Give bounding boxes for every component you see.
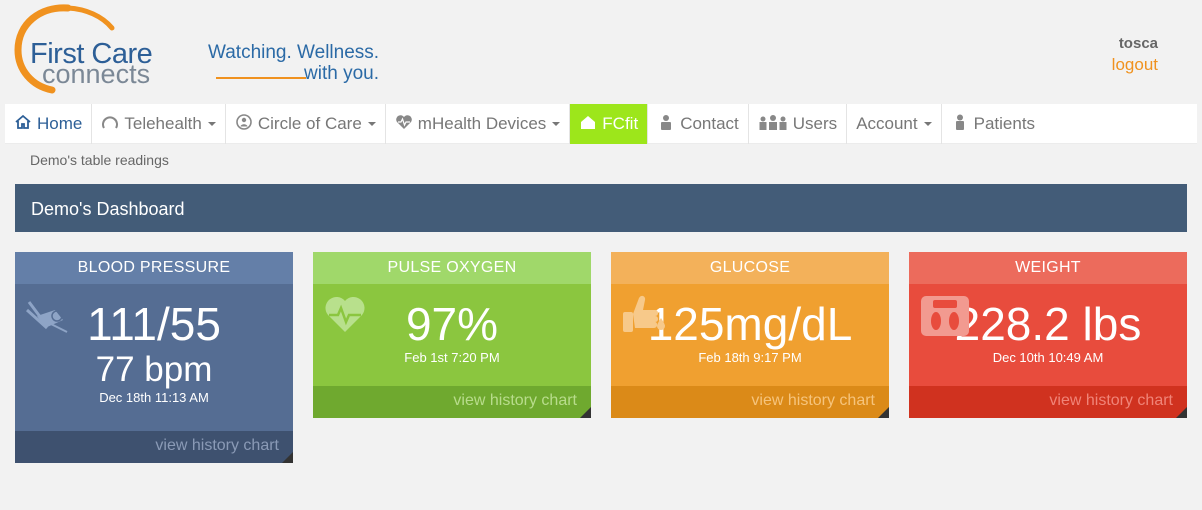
card-body: 228.2 lbs Dec 10th 10:49 AM — [909, 284, 1187, 386]
corner-fold — [1176, 407, 1187, 418]
corner-fold — [878, 407, 889, 418]
nav-home[interactable]: Home — [5, 104, 93, 144]
card-body: 125mg/dL Feb 18th 9:17 PM — [611, 284, 889, 386]
nav-patients-label: Patients — [973, 114, 1036, 133]
card-title: WEIGHT — [909, 252, 1187, 284]
corner-fold — [282, 452, 293, 463]
tagline-line-2: with you. — [304, 63, 379, 84]
nav-account[interactable]: Account — [847, 104, 942, 144]
nav-account-label: Account — [856, 114, 918, 133]
card-title: PULSE OXYGEN — [313, 252, 591, 284]
card-title: GLUCOSE — [611, 252, 889, 284]
nav-mhealth-devices-label: mHealth Devices — [417, 114, 547, 133]
view-history-label: view history chart — [751, 392, 875, 409]
user-menu: tosca logout — [1112, 35, 1158, 75]
nav-contact-label: Contact — [680, 114, 739, 133]
patient-icon — [951, 114, 969, 135]
pulse-oxygen-card: PULSE OXYGEN 97% Feb 1st 7:20 PM view hi… — [313, 252, 591, 418]
main-nav: Home Telehealth Circle of Care mHealth D… — [5, 104, 1197, 144]
card-title: BLOOD PRESSURE — [15, 252, 293, 284]
house-icon — [579, 114, 597, 135]
logo-text-secondary: connects — [42, 59, 151, 89]
corner-fold — [580, 407, 591, 418]
breadcrumb: Demo's table readings — [30, 152, 169, 168]
tagline-underline — [216, 77, 306, 79]
nav-fcfit[interactable]: FCfit — [570, 104, 649, 144]
card-body: 97% Feb 1st 7:20 PM — [313, 284, 591, 386]
logo[interactable]: First Care connects — [10, 2, 180, 94]
home-icon — [14, 114, 32, 135]
nav-contact[interactable]: Contact — [648, 104, 749, 144]
circle-person-icon — [235, 113, 253, 135]
users-group-icon — [758, 114, 788, 135]
view-history-link[interactable]: view history chart — [611, 386, 889, 418]
nav-users-label: Users — [792, 114, 838, 133]
chevron-down-icon — [923, 122, 932, 126]
header: First Care connects Watching. Wellness. … — [0, 0, 1202, 100]
scale-icon — [919, 294, 971, 343]
blood-pressure-card: BLOOD PRESSURE 111/55 77 bpm Dec 18th 11… — [15, 252, 293, 463]
view-history-label: view history chart — [453, 392, 577, 409]
nav-users[interactable]: Users — [749, 104, 848, 144]
glucose-card: GLUCOSE 125mg/dL Feb 18th 9:17 PM view h… — [611, 252, 889, 418]
heart-pulse-icon — [323, 294, 367, 339]
bp-cuff-icon — [25, 294, 71, 341]
chevron-down-icon — [552, 122, 561, 126]
view-history-label: view history chart — [1049, 392, 1173, 409]
nav-telehealth-label: Telehealth — [124, 114, 202, 133]
reading-date: Feb 18th 9:17 PM — [698, 350, 802, 365]
view-history-link[interactable]: view history chart — [313, 386, 591, 418]
nav-telehealth[interactable]: Telehealth — [92, 104, 226, 144]
nav-mhealth-devices[interactable]: mHealth Devices — [386, 104, 571, 144]
view-history-link[interactable]: view history chart — [909, 386, 1187, 418]
logout-link[interactable]: logout — [1112, 55, 1158, 75]
tagline-line-1: Watching. Wellness. — [208, 42, 380, 63]
chevron-down-icon — [207, 122, 216, 126]
telehealth-icon — [101, 114, 119, 135]
reading-date: Dec 18th 11:13 AM — [99, 390, 209, 405]
nav-circle-of-care[interactable]: Circle of Care — [226, 104, 386, 144]
reading-date: Feb 1st 7:20 PM — [404, 350, 500, 365]
view-history-label: view history chart — [155, 437, 279, 454]
reading-date: Dec 10th 10:49 AM — [992, 350, 1104, 365]
heart-rate-value: 77 bpm — [95, 350, 213, 389]
finger-drop-icon — [621, 294, 665, 339]
nav-home-label: Home — [37, 114, 83, 133]
weight-card: WEIGHT 228.2 lbs Dec 10th 10:49 AM view … — [909, 252, 1187, 418]
view-history-link[interactable]: view history chart — [15, 431, 293, 463]
chevron-down-icon — [367, 122, 376, 126]
nav-circle-of-care-label: Circle of Care — [257, 114, 362, 133]
tagline: Watching. Wellness. with you. — [208, 42, 379, 84]
page-title: Demo's Dashboard — [15, 184, 1187, 232]
nav-fcfit-label: FCfit — [602, 114, 639, 133]
card-body: 111/55 77 bpm Dec 18th 11:13 AM — [15, 284, 293, 431]
contact-person-icon — [657, 114, 675, 135]
username: tosca — [1118, 35, 1158, 52]
nav-patients[interactable]: Patients — [942, 104, 1044, 144]
heart-pulse-icon — [395, 114, 413, 135]
